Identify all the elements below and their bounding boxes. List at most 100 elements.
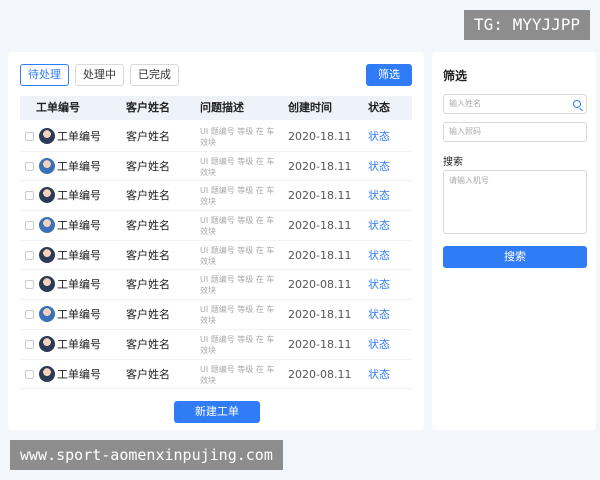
avatar-icon [39,276,55,293]
created-time: 2020-18.11 [288,219,352,233]
avatar-icon [39,128,55,144]
status-link[interactable]: 状态 [368,300,390,329]
table-row[interactable]: 工单编号 客户姓名 UI 题编号 等级 在 车效块 2020-18.11 状态 [20,181,412,212]
avatar-icon [39,157,55,174]
ticket-id: 工单编号 [57,278,101,292]
table-row[interactable]: 工单编号 客户姓名 UI 题编号 等级 在 车效块 2020-18.11 状态 [20,211,412,241]
row-checkbox[interactable] [25,310,34,320]
ticket-id: 工单编号 [57,159,101,173]
created-time: 2020-18.11 [288,308,352,322]
customer-name: 客户姓名 [126,248,170,262]
customer-name: 客户姓名 [126,159,170,173]
ticket-id: 工单编号 [57,219,101,233]
created-time: 2020-18.11 [288,248,352,262]
ticket-id: 工单编号 [57,308,101,322]
status-link[interactable]: 状态 [368,360,390,389]
name-input-placeholder: 输入姓名 [449,99,481,108]
ticket-description: UI 题编号 等级 在 车效块 [200,305,275,326]
textarea-placeholder: 请输入机号 [449,176,489,185]
header-customer-name[interactable]: 客户姓名 [126,96,170,120]
new-ticket-button[interactable]: 新建工单 [174,401,260,423]
avatar-icon [39,335,55,352]
ticket-description: UI 题编号 等级 在 车效块 [200,275,275,296]
ticket-description: UI 题编号 等级 在 车效块 [200,186,275,207]
contact-overlay: TG: MYYJJPP [464,10,590,40]
table-row[interactable]: 工单编号 客户姓名 UI 题编号 等级 在 车效块 2020-18.11 状态 [20,122,412,152]
table-row[interactable]: 工单编号 客户姓名 UI 题编号 等级 在 车效块 2020-08.11 状态 [20,360,412,390]
table-row[interactable]: 工单编号 客户姓名 UI 题编号 等级 在 车效块 2020-18.11 状态 [20,330,412,360]
search-label: 搜索 [443,157,463,168]
header-description[interactable]: 问题描述 [200,96,244,120]
avatar-icon [39,217,55,234]
tab-completed[interactable]: 已完成 [130,64,179,86]
created-time: 2020-18.11 [288,189,352,203]
ticket-description: UI 题编号 等级 在 车效块 [200,216,275,237]
row-checkbox[interactable] [25,221,34,231]
created-time: 2020-18.11 [288,337,352,351]
created-time: 2020-18.11 [288,159,352,173]
table-header: 工单编号 客户姓名 问题描述 创建时间 状态 [20,96,412,120]
tab-pending[interactable]: 待处理 [20,64,69,86]
avatar-icon [39,365,55,382]
status-link[interactable]: 状态 [368,211,390,240]
created-time: 2020-08.11 [288,367,352,381]
status-link[interactable]: 状态 [368,181,390,210]
status-link[interactable]: 状态 [368,270,390,299]
header-status[interactable]: 状态 [368,96,390,120]
row-checkbox[interactable] [25,280,34,290]
ticket-id: 工单编号 [57,367,101,381]
table-row[interactable]: 工单编号 客户姓名 UI 题编号 等级 在 车效块 2020-18.11 状态 [20,241,412,271]
ticket-id: 工单编号 [57,130,101,143]
row-checkbox[interactable] [25,191,34,201]
phone-input-placeholder: 输入照码 [449,127,481,136]
created-time: 2020-08.11 [288,278,352,292]
customer-name: 客户姓名 [126,308,170,322]
table-row[interactable]: 工单编号 客户姓名 UI 题编号 等级 在 车效块 2020-18.11 状态 [20,152,412,182]
tab-in-progress[interactable]: 处理中 [75,64,124,86]
ticket-description: UI 题编号 等级 在 车效块 [200,245,275,266]
ticket-list-panel: 待处理 处理中 已完成 筛选 工单编号 客户姓名 问题描述 创建时间 状态 工单… [8,52,424,430]
customer-name: 客户姓名 [126,337,170,351]
row-checkbox[interactable] [25,132,34,141]
status-link[interactable]: 状态 [368,330,390,359]
ticket-description: UI 题编号 等级 在 车效块 [200,334,275,355]
ticket-id: 工单编号 [57,337,101,351]
table-body: 工单编号 客户姓名 UI 题编号 等级 在 车效块 2020-18.11 状态 … [20,122,412,390]
header-created-time[interactable]: 创建时间 [288,96,332,120]
ticket-description: UI 题编号 等级 在 车效块 [200,127,275,147]
phone-input[interactable]: 输入照码 [443,122,587,142]
status-link[interactable]: 状态 [368,152,390,181]
row-checkbox[interactable] [25,250,34,260]
table-row[interactable]: 工单编号 客户姓名 UI 题编号 等级 在 车效块 2020-18.11 状态 [20,300,412,330]
row-checkbox[interactable] [25,339,34,349]
status-link[interactable]: 状态 [368,122,390,151]
search-icon[interactable] [573,100,581,108]
url-overlay: www.sport-aomenxinpujing.com [10,440,283,470]
avatar-icon [39,306,55,323]
row-checkbox[interactable] [25,369,34,379]
filter-title: 筛选 [443,69,468,83]
customer-name: 客户姓名 [126,278,170,292]
status-tabs: 待处理 处理中 已完成 [20,64,179,86]
header-ticket-id[interactable]: 工单编号 [36,96,80,120]
search-textarea[interactable]: 请输入机号 [443,170,587,234]
customer-name: 客户姓名 [126,189,170,203]
ticket-description: UI 题编号 等级 在 车效块 [200,364,275,385]
search-button[interactable]: 搜索 [443,246,587,268]
row-checkbox[interactable] [25,161,34,171]
ticket-id: 工单编号 [57,248,101,262]
name-input[interactable]: 输入姓名 [443,94,587,114]
created-time: 2020-18.11 [288,130,352,143]
ticket-id: 工单编号 [57,189,101,203]
table-row[interactable]: 工单编号 客户姓名 UI 题编号 等级 在 车效块 2020-08.11 状态 [20,270,412,301]
filter-button[interactable]: 筛选 [366,64,412,86]
customer-name: 客户姓名 [126,367,170,381]
app-canvas: 待处理 处理中 已完成 筛选 工单编号 客户姓名 问题描述 创建时间 状态 工单… [0,0,600,480]
status-link[interactable]: 状态 [368,241,390,270]
customer-name: 客户姓名 [126,219,170,233]
customer-name: 客户姓名 [126,130,170,143]
avatar-icon [39,246,55,263]
avatar-icon [39,187,55,204]
filter-panel: 筛选 输入姓名 输入照码 搜索 请输入机号 搜索 [432,52,596,430]
ticket-description: UI 题编号 等级 在 车效块 [200,156,275,177]
